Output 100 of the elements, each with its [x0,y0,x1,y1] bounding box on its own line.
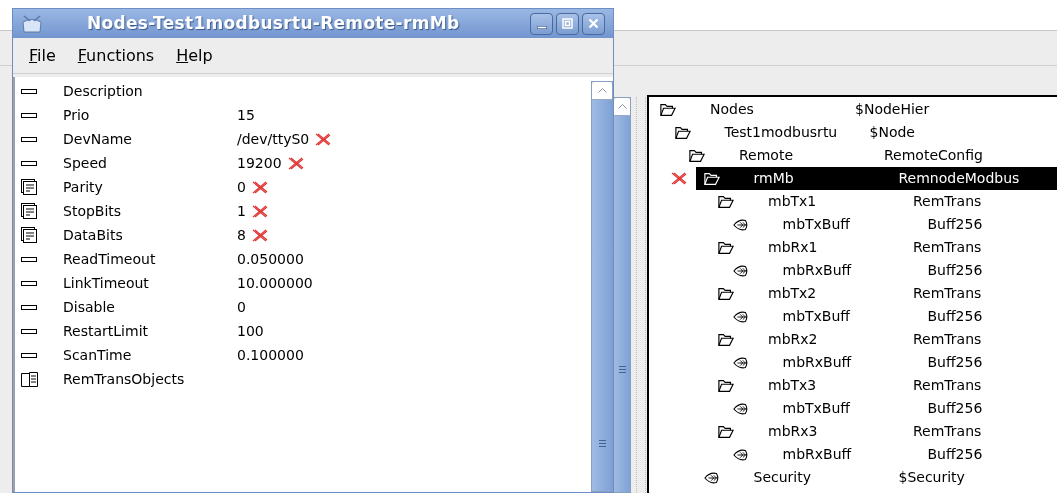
attribute-value: 19200 [237,153,282,173]
tree-row[interactable]: mbTxBuff Buff256 [724,397,1057,420]
tree-row[interactable]: Security $Security [695,466,1057,489]
tree-row[interactable]: mbRx3 RemTrans [710,420,1057,443]
leaf-icon [732,401,749,416]
folder-icon [674,125,691,140]
maximize-button[interactable] [556,12,579,35]
attribute-value: /dev/ttyS0 [237,129,310,149]
tree-row[interactable]: rmMb RemnodeModbus [695,167,1057,190]
attribute-name: DevName [63,129,133,149]
tree-row[interactable]: mbTx2 RemTrans [710,282,1057,305]
folder-icon [718,424,734,439]
folder-icon [718,194,734,209]
tree-row[interactable]: mbTxBuff Buff256 [724,213,1057,236]
attribute-name: LinkTimeout [63,273,150,293]
tree-row[interactable]: mbTxBuff Buff256 [724,305,1057,328]
folder-icon [718,286,734,301]
attribute-name: ScanTime [63,345,133,365]
node-name: Test1modbusrtu [724,123,839,142]
node-class: RemTrans [913,192,982,211]
node-class: RemTrans [913,376,982,395]
leaf-icon [732,309,749,324]
tree-row[interactable]: mbRx1 RemTrans [710,236,1057,259]
folder-icon [703,171,720,186]
app-icon [21,13,43,34]
bar-icon [21,352,37,358]
tree-row[interactable]: Test1modbusrtu $Node [666,121,1057,144]
bar-icon [21,160,37,166]
node-class: RemTrans [913,422,982,441]
bar-icon [21,328,37,334]
attribute-name: ReadTimeout [63,249,157,269]
node-class: RemTrans [913,330,982,349]
maximize-icon [562,18,573,29]
close-button[interactable] [582,12,605,35]
node-class: $Node [869,123,915,142]
attribute-name: Speed [63,153,108,173]
folder-icon [718,240,734,255]
attribute-name: Description [63,81,144,101]
node-class: Buff256 [927,215,983,234]
grip-icon [618,366,626,373]
tree-row[interactable]: mbTx3 RemTrans [710,374,1057,397]
bar-icon [21,136,37,142]
attribute-name: StopBits [63,201,123,221]
attribute-name: Parity [63,177,104,197]
leaf-icon [732,447,749,462]
tree-row[interactable]: Remote RemoteConfig [681,144,1057,167]
pane-splitter[interactable] [636,97,646,493]
node-class: $Security [898,468,965,487]
node-name: mbTx2 [768,284,818,303]
bar-icon [21,112,37,118]
tree-row[interactable]: Nodes $NodeHier [652,98,1057,121]
leaf-icon [732,355,749,370]
tree-row[interactable]: mbRxBuff Buff256 [724,351,1057,374]
node-class: Buff256 [927,445,983,464]
node-name: mbTx1 [768,192,818,211]
attribute-name: Disable [63,297,116,317]
node-name: mbTx3 [768,376,818,395]
node-name: Remote [739,146,795,165]
bar-icon [21,280,37,286]
minimize-icon [536,25,547,29]
tree-row[interactable]: mbTx1 RemTrans [710,190,1057,213]
minimize-button[interactable] [530,12,553,35]
node-class: RemnodeModbus [898,169,1020,188]
node-class: Buff256 [927,353,983,372]
attribute-value: 8 [237,225,246,245]
scroll-up-button[interactable] [614,98,630,116]
node-name: Nodes [710,100,755,119]
list-icon [21,227,37,243]
leaf-icon [703,470,720,485]
node-name: mbRx2 [768,330,819,349]
attribute-value: 1 [237,201,246,221]
menu-item[interactable]: Functions [77,43,155,68]
attribute-value: 10.000000 [237,273,313,293]
list-icon [21,179,37,195]
node-class: RemTrans [913,238,982,257]
node-class: RemoteConfig [884,146,983,165]
node-class: Buff256 [927,399,983,418]
node-name: mbRxBuff [782,353,853,372]
node-name: mbRxBuff [782,261,853,280]
folder-icon [689,148,705,163]
grip-icon [598,440,606,447]
book-icon [21,371,39,387]
node-name: mbRxBuff [782,445,853,464]
tree-row[interactable]: mbRxBuff Buff256 [724,259,1057,282]
node-class: RemTrans [913,284,982,303]
bar-icon [21,88,37,94]
folder-icon [660,102,676,117]
scroll-thumb[interactable] [614,116,630,492]
tree-row[interactable]: mbRx2 RemTrans [710,328,1057,351]
tree-row[interactable]: mbRxBuff Buff256 [724,443,1057,466]
attribute-value: 0.100000 [237,345,304,365]
node-name: mbTxBuff [782,307,852,326]
scroll-up-button[interactable] [592,82,612,100]
menu-item[interactable]: File [29,43,56,68]
bar-icon [21,256,37,262]
node-class: $NodeHier [855,100,930,119]
menu-item[interactable]: Help [176,43,213,68]
window-title: Nodes-Test1modbusrtu-Remote-rmMb [87,11,460,35]
leaf-icon [732,263,749,278]
node-name: rmMb [753,169,795,188]
